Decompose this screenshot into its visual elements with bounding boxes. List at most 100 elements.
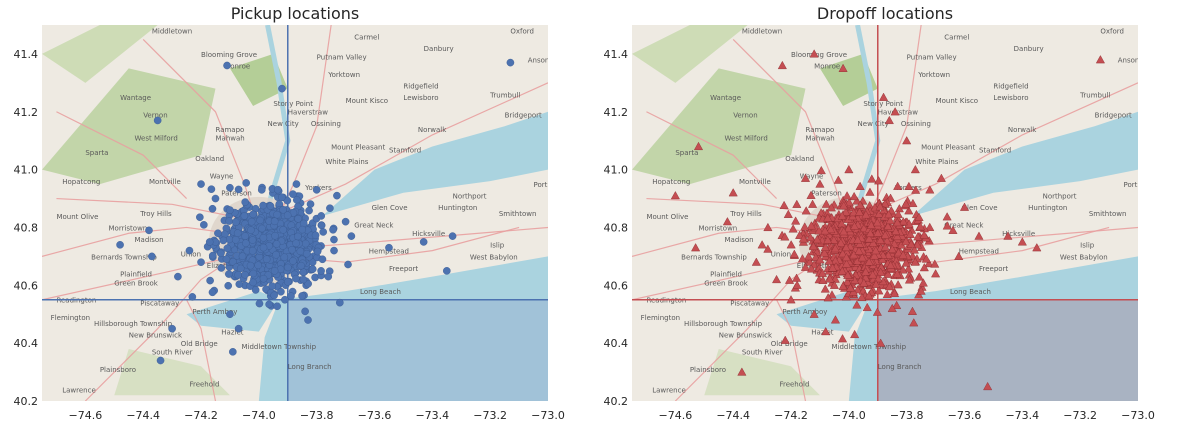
data-point (312, 186, 321, 194)
cluster-point (270, 217, 279, 226)
cluster-point (292, 274, 300, 283)
map-label: Freeport (979, 265, 1008, 273)
cluster-point (308, 265, 317, 273)
map-label: Morristown (109, 224, 148, 232)
map-label: Montville (739, 178, 771, 186)
map-label: Long Branch (878, 363, 922, 371)
y-tick-label: 40.4 (604, 337, 629, 350)
map-label: Freeport (389, 265, 418, 273)
map-label: Northport (1043, 193, 1077, 201)
cluster-point (259, 274, 268, 283)
map-label: Mount Kisco (936, 97, 978, 105)
x-tick-label: −73.0 (531, 409, 565, 422)
map-label: Wayne (210, 172, 234, 180)
map-label: Hopatcong (652, 178, 690, 186)
map-label: Plainfield (120, 271, 152, 279)
map-label: Smithtown (499, 210, 537, 218)
cluster-point (319, 228, 327, 236)
chart-title: Dropoff locations (817, 4, 953, 23)
map-label: Perth Amboy (782, 308, 827, 316)
data-point (330, 246, 338, 255)
cluster-point (317, 267, 325, 275)
map-label: Trumbull (1079, 91, 1110, 99)
map-label: Hillsborough Township (684, 320, 763, 328)
map-label: Danbury (424, 45, 454, 53)
map-label: Putnam Valley (317, 54, 367, 62)
map-label: New Brunswick (129, 331, 183, 339)
map-label: Middletown Township (242, 343, 317, 351)
cluster-point (305, 206, 313, 215)
map-label: Oakland (195, 155, 224, 163)
map-label: Great Neck (354, 221, 394, 229)
cluster-point (284, 263, 292, 272)
cluster-point (298, 292, 306, 300)
map-label: West Babylon (470, 253, 518, 261)
map-label: Oakland (785, 155, 814, 163)
y-tick-label: 41.4 (604, 48, 629, 61)
map-label: West Babylon (1060, 253, 1108, 261)
cluster-point (241, 270, 249, 279)
y-tick-label: 41.0 (604, 164, 629, 177)
x-tick-label: −74.6 (659, 409, 693, 422)
data-point (304, 316, 312, 324)
map-label: Bernards Township (91, 253, 157, 261)
map-label: Mount Pleasant (921, 143, 975, 151)
map-label: Northport (453, 193, 487, 201)
map-label: Long Branch (288, 363, 332, 371)
map-label: Sparta (675, 149, 698, 157)
y-tick-label: 40.6 (14, 279, 39, 292)
cluster-point (232, 218, 240, 226)
cluster-point (293, 196, 301, 204)
data-point (116, 241, 124, 249)
cluster-point (326, 204, 334, 213)
cluster-point (299, 275, 308, 284)
map-label: Yorktown (917, 71, 950, 79)
map-label: Glen Cove (372, 204, 408, 212)
cluster-point (235, 280, 244, 288)
data-point (223, 61, 231, 70)
data-point (226, 206, 234, 214)
data-point (318, 255, 327, 264)
x-tick-label: −73.6 (358, 409, 392, 422)
cluster-point (259, 243, 268, 252)
x-tick-label: −74.2 (184, 409, 218, 422)
map-label: Monroe (814, 62, 840, 70)
cluster-point (268, 282, 277, 290)
data-point (257, 186, 266, 194)
data-point (442, 267, 451, 275)
map-label: Long Beach (950, 288, 991, 296)
cluster-point (208, 251, 217, 260)
map-label: Middletown (742, 28, 782, 36)
cluster-point (329, 226, 337, 234)
data-point (226, 310, 234, 319)
cluster-point (280, 253, 289, 262)
map-label: Islip (490, 242, 505, 250)
map-label: Piscataway (730, 300, 769, 308)
cluster-point (207, 185, 216, 193)
map-label: West Milford (725, 135, 768, 143)
data-point (278, 84, 286, 93)
cluster-point (247, 226, 255, 234)
map-label: West Milford (135, 135, 178, 143)
x-tick-label: −74.4 (126, 409, 160, 422)
map-label: Mount Olive (56, 213, 98, 221)
map-label: Wantage (710, 94, 741, 102)
data-point (197, 258, 205, 266)
cluster-point (225, 217, 233, 225)
cluster-point (271, 231, 279, 240)
data-point (211, 194, 220, 203)
y-tick-label: 41.2 (14, 106, 39, 119)
cluster-point (283, 278, 292, 286)
map-label: Carmel (354, 33, 379, 41)
map-label: Huntington (1028, 204, 1067, 212)
map-label: Piscataway (140, 300, 179, 308)
map-label: Union (771, 250, 791, 258)
cluster-point (200, 221, 208, 229)
map-label: Blooming Grove (201, 51, 257, 59)
y-tick-label: 41.0 (14, 164, 39, 177)
map-label: Mahwah (215, 135, 244, 143)
data-point (324, 272, 333, 281)
shaded-quadrant (287, 299, 548, 401)
cluster-point (270, 291, 278, 300)
cluster-point (265, 300, 273, 309)
